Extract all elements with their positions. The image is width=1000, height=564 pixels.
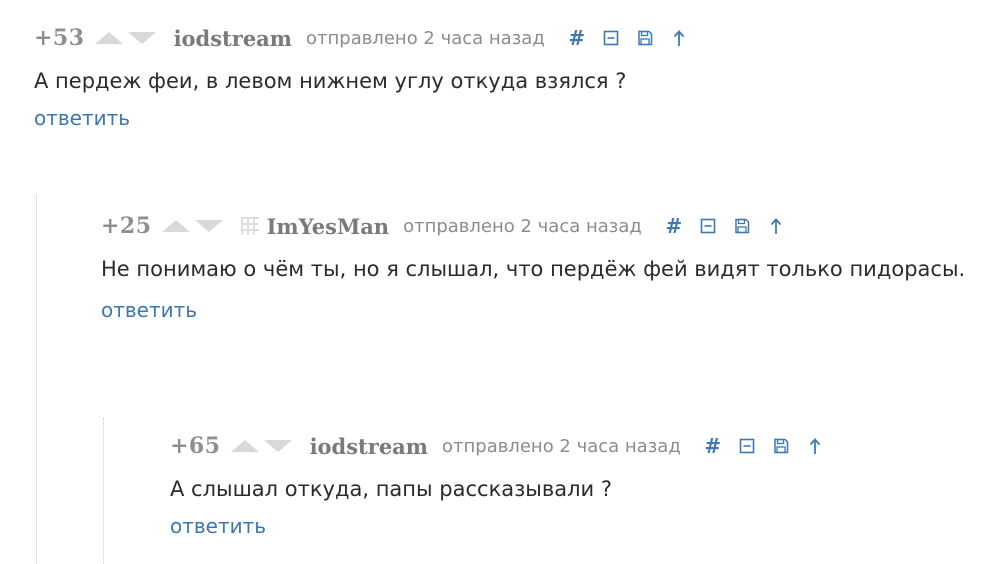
arrow-up-icon[interactable] <box>669 28 689 48</box>
comment-username[interactable]: ImYesMan <box>267 214 390 239</box>
hash-link-icon[interactable]: # <box>703 434 723 458</box>
hash-link-glyph: # <box>665 214 683 238</box>
comment-rating: +65 <box>170 433 221 459</box>
downvote-arrow-icon[interactable] <box>263 440 292 452</box>
floppy-disk-icon[interactable] <box>635 28 655 48</box>
minus-square-icon[interactable] <box>601 28 621 48</box>
comment-3: +65 iodstream отправлено 2 часа назад # … <box>170 430 970 538</box>
hash-link-glyph: # <box>704 434 722 458</box>
upvote-arrow-icon[interactable] <box>94 32 123 44</box>
avatar <box>240 217 259 235</box>
hash-link-glyph: # <box>568 26 586 50</box>
upvote-arrow-icon[interactable] <box>161 220 190 232</box>
comment-header: +25 ImYesMan отправлено 2 часа назад # <box>101 210 981 242</box>
comment-timestamp: отправлено 2 часа назад <box>403 215 642 237</box>
comment-header: +65 iodstream отправлено 2 часа назад # <box>170 430 970 462</box>
upvote-arrow-icon[interactable] <box>230 440 259 452</box>
floppy-disk-icon[interactable] <box>732 216 752 236</box>
comment-rating: +25 <box>101 213 152 239</box>
reply-link[interactable]: ответить <box>34 106 130 130</box>
comment-text: А слышал откуда, папы рассказывали ? <box>170 477 613 501</box>
comment-timestamp: отправлено 2 часа назад <box>442 435 681 457</box>
thread-line-level-2 <box>103 418 104 564</box>
comment-header: +53 iodstream отправлено 2 часа назад # <box>34 22 984 54</box>
downvote-arrow-icon[interactable] <box>127 32 156 44</box>
minus-square-icon[interactable] <box>698 216 718 236</box>
hash-link-icon[interactable]: # <box>664 214 684 238</box>
arrow-up-icon[interactable] <box>805 436 825 456</box>
floppy-disk-icon[interactable] <box>771 436 791 456</box>
comment-username[interactable]: iodstream <box>174 26 292 51</box>
arrow-up-icon[interactable] <box>766 216 786 236</box>
reply-link[interactable]: ответить <box>170 514 266 538</box>
minus-square-icon[interactable] <box>737 436 757 456</box>
reply-link[interactable]: ответить <box>101 298 197 322</box>
comment-rating: +53 <box>34 25 85 51</box>
comment-timestamp: отправлено 2 часа назад <box>306 27 545 49</box>
comment-text: Не понимаю о чём ты, но я слышал, что пе… <box>101 257 966 281</box>
comment-text: А пердеж феи, в левом нижнем углу откуда… <box>34 69 627 93</box>
comment-1: +53 iodstream отправлено 2 часа назад # … <box>34 22 984 130</box>
comment-username[interactable]: iodstream <box>310 434 428 459</box>
comment-2: +25 ImYesMan отправлено 2 часа назад # Н… <box>101 210 981 322</box>
hash-link-icon[interactable]: # <box>567 26 587 50</box>
thread-line-level-1 <box>36 195 37 564</box>
downvote-arrow-icon[interactable] <box>194 220 223 232</box>
